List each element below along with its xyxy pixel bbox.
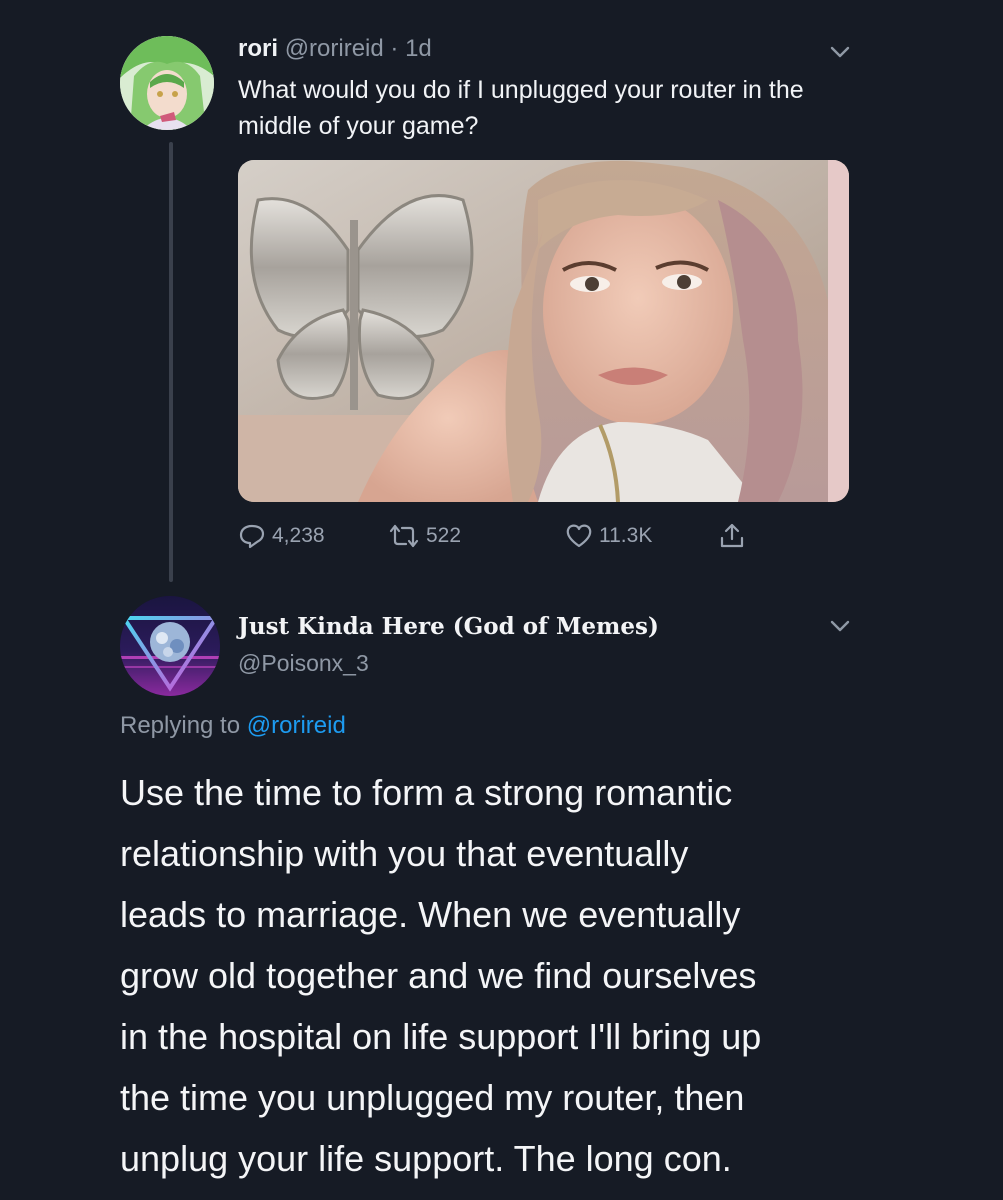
- reply-text: Use the time to form a strong romantic r…: [120, 762, 980, 1189]
- reply-text-line: Use the time to form a strong romantic: [120, 772, 733, 813]
- chevron-down-icon[interactable]: [828, 44, 852, 60]
- reply-count: 4,238: [272, 524, 325, 547]
- retweet-count: 522: [426, 524, 462, 547]
- retweet-button[interactable]: 522: [388, 521, 461, 551]
- avatar-image: [120, 596, 220, 696]
- reply-text-line: leads to marriage. When we eventually: [120, 894, 741, 935]
- reply-text-line: unplug your life support. The long con.: [120, 1138, 732, 1179]
- mention-link[interactable]: @rorireid: [247, 712, 346, 739]
- like-count: 11.3K: [599, 524, 653, 547]
- chevron-down-icon[interactable]: [828, 618, 852, 634]
- avatar-rori[interactable]: [120, 36, 214, 130]
- reply-button[interactable]: 4,238: [238, 521, 325, 551]
- handle[interactable]: @rorireid: [285, 35, 384, 62]
- tweet-text: What would you do if I unplugged your ro…: [238, 76, 804, 140]
- share-icon: [720, 523, 744, 548]
- tweet-media-photo[interactable]: [238, 160, 849, 502]
- display-name[interactable]: Just Kinda Here (God of Memes): [238, 612, 659, 642]
- reply-text-line: the time you unplugged my router, then: [120, 1077, 745, 1118]
- tweet-actions: 4,238 522 11.3K: [238, 521, 758, 551]
- timestamp[interactable]: 1d: [405, 35, 432, 62]
- display-name[interactable]: rori: [238, 35, 278, 62]
- like-icon: [566, 524, 592, 548]
- reply-text-line: grow old together and we find ourselves: [120, 955, 757, 996]
- photo: [238, 160, 849, 502]
- tweet-header: rori @rorireid · 1d: [238, 34, 432, 64]
- separator: ·: [390, 35, 399, 62]
- avatar-poisonx[interactable]: [120, 596, 220, 696]
- replying-prefix: Replying to: [120, 712, 241, 739]
- handle[interactable]: @Poisonx_3: [238, 648, 369, 678]
- thread-connector: [169, 142, 173, 582]
- reply-text-line: in the hospital on life support I'll bri…: [120, 1016, 762, 1057]
- avatar-image: [120, 36, 214, 130]
- like-button[interactable]: 11.3K: [565, 521, 652, 551]
- replying-to: Replying to @rorireid: [120, 710, 346, 742]
- share-button[interactable]: [718, 521, 746, 551]
- retweet-icon: [389, 524, 419, 548]
- reply-icon: [239, 524, 265, 549]
- reply-text-line: relationship with you that eventually: [120, 833, 689, 874]
